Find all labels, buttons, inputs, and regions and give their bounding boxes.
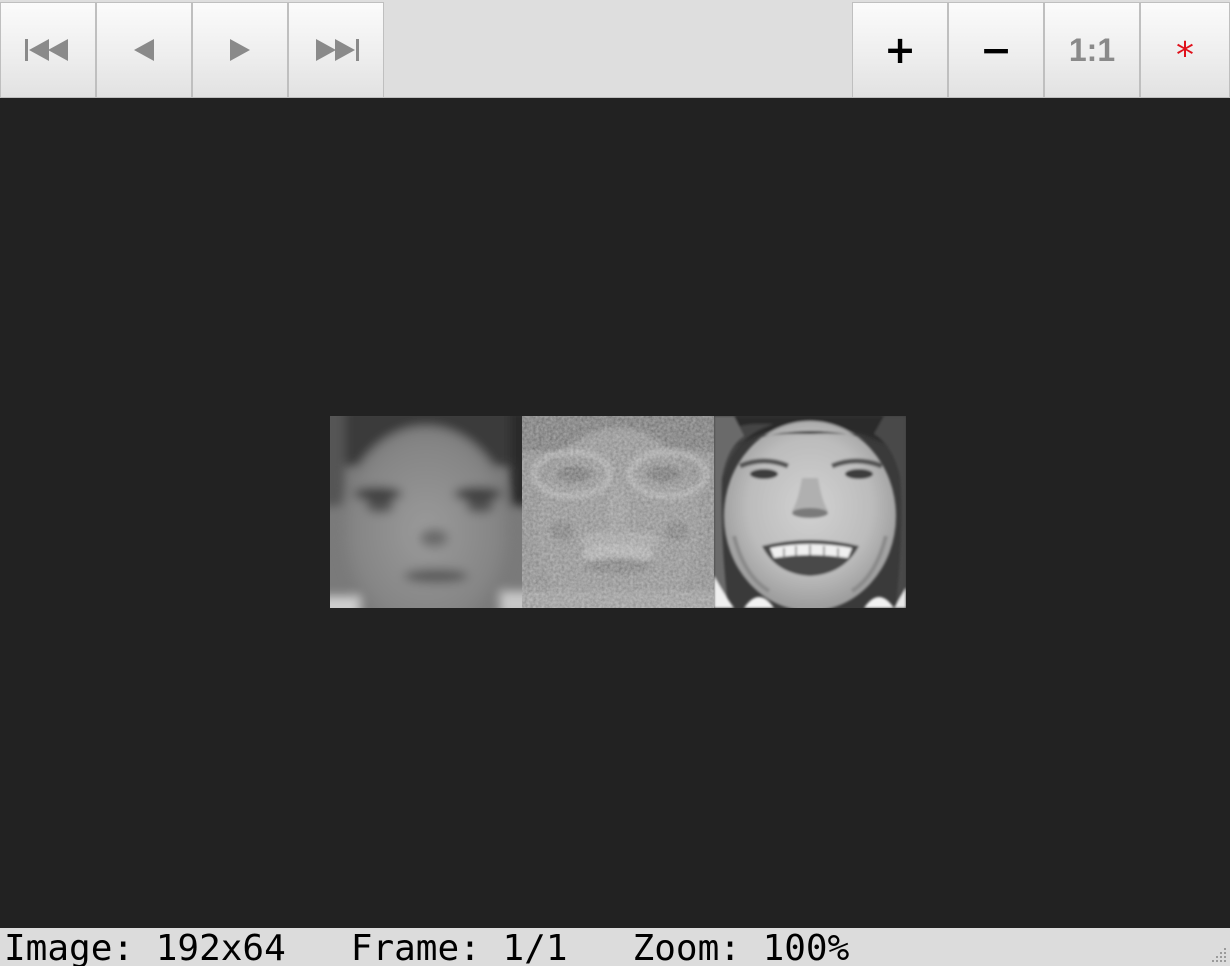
face-tile-mean (330, 416, 522, 608)
zoom-in-button[interactable]: + (852, 2, 948, 98)
face-tile-eigen (522, 416, 714, 608)
actual-size-label: 1:1 (1068, 32, 1116, 68)
previous-frame-icon (132, 37, 156, 63)
resize-grip-icon[interactable] (1204, 940, 1228, 964)
face-tile-photo (714, 416, 906, 608)
zoom-out-label: − (980, 28, 1012, 72)
next-frame-icon (228, 37, 252, 63)
toolbar: + − 1:1 * (0, 0, 1230, 98)
zoom-out-button[interactable]: − (948, 2, 1044, 98)
skip-to-last-icon (312, 37, 360, 63)
star-label: * (1176, 35, 1194, 76)
previous-frame-button[interactable] (96, 2, 192, 98)
zoom-in-label: + (884, 28, 916, 72)
first-frame-button[interactable] (0, 2, 96, 98)
image-viewer-window: + − 1:1 * Image: 192x64 Frame: 1/1 Zoom:… (0, 0, 1230, 966)
star-button[interactable]: * (1140, 2, 1230, 98)
displayed-image (330, 416, 906, 608)
actual-size-button[interactable]: 1:1 (1044, 2, 1140, 98)
image-canvas[interactable] (0, 98, 1230, 928)
next-frame-button[interactable] (192, 2, 288, 98)
status-text: Image: 192x64 Frame: 1/1 Zoom: 100% (4, 928, 850, 966)
skip-to-first-icon (24, 37, 72, 63)
status-bar: Image: 192x64 Frame: 1/1 Zoom: 100% (0, 928, 1230, 966)
last-frame-button[interactable] (288, 2, 384, 98)
